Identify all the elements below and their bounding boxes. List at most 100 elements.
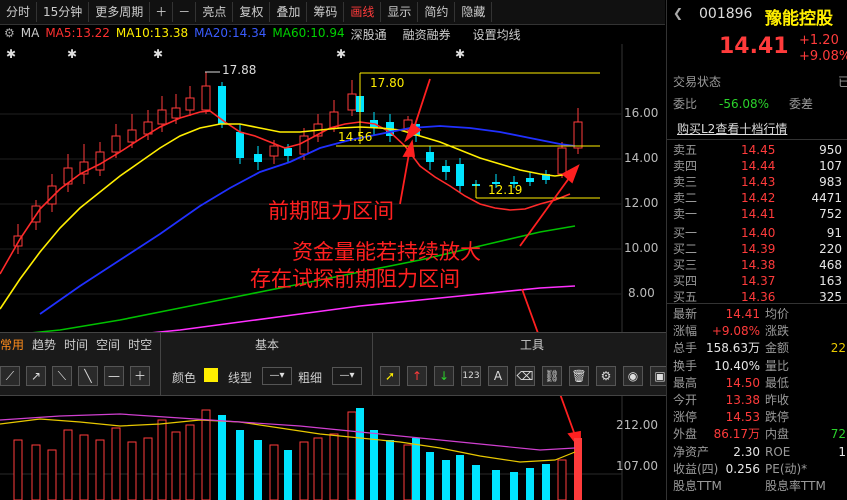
stat-value: 10.40% [714, 358, 760, 373]
stat-label: 换手 [673, 358, 698, 373]
tab-space[interactable]: 空间 [96, 336, 120, 353]
star-marker: ✱ [6, 47, 16, 61]
volume-bar [157, 419, 167, 500]
candle-body [185, 97, 195, 111]
stat-label: 股息TTM [673, 479, 722, 493]
tab-common[interactable]: 常用 [0, 336, 24, 353]
sell-level: 卖四 14.44 107 [673, 158, 847, 175]
volume-bar [442, 460, 450, 500]
link-icon[interactable]: ⛓ [542, 366, 562, 386]
event-markers: ✱ ✱ ✱ ✱ ✱ [6, 47, 465, 61]
toolbar-hide[interactable]: 隐藏 [455, 2, 493, 22]
level-label: 卖二 [673, 191, 698, 206]
volume-bar [299, 441, 309, 500]
star-marker: ✱ [455, 47, 465, 61]
up-arrow-icon[interactable]: ↑ [407, 366, 427, 386]
tab-spacetime[interactable]: 时空 [128, 336, 152, 353]
toolbar-15min[interactable]: 15分钟 [37, 2, 90, 22]
stat-value: 86.17万 [713, 427, 760, 442]
stat-label: 最新 [673, 307, 698, 321]
toolbar-more-period[interactable]: 更多周期 [89, 2, 151, 22]
plus-icon[interactable]: ＋ [150, 2, 174, 22]
stat-value: 14.41 [725, 307, 760, 321]
hline-tool-icon[interactable]: — [104, 366, 124, 386]
divider [667, 139, 847, 140]
color-swatch[interactable] [204, 368, 218, 382]
tab-trend[interactable]: 趋势 [32, 336, 56, 353]
volume-bar [472, 465, 480, 500]
down-arrow-icon[interactable]: ↓ [434, 366, 454, 386]
stat-label: ROE [765, 444, 791, 459]
toolbar-highlight[interactable]: 亮点 [196, 2, 234, 22]
drawing-toolbar-panel: 常用 趋势 时间 空间 时空 基本 工具 ⟋ ↗ ⟍ ╲ — ＋ 颜色 线型 —… [0, 332, 690, 396]
toolbar-draw-line[interactable]: 画线 [344, 2, 382, 22]
toolbar-chips[interactable]: 筹码 [307, 2, 345, 22]
stat-label: 均价 [765, 307, 790, 321]
back-icon[interactable]: ❮ [673, 6, 683, 20]
price-tick: 8.00 [628, 286, 655, 300]
volume-bar [370, 430, 378, 500]
tab-time[interactable]: 时间 [64, 336, 88, 353]
level-label: 卖三 [673, 175, 698, 190]
stat-row: 股息TTM 股息率TTM [673, 478, 847, 495]
eraser-icon[interactable]: ⌫ [515, 366, 535, 386]
settings-icon[interactable]: ⚙ [596, 366, 616, 386]
sell-level: 卖五 14.45 950 [673, 142, 847, 159]
cross-tool-icon[interactable]: ＋ [130, 366, 150, 386]
level-price: 14.39 [741, 241, 776, 256]
annotation-volume: 资金量能若持续放大 [292, 240, 481, 264]
volume-bar [386, 440, 394, 500]
text-icon[interactable]: A [488, 366, 508, 386]
line-tool-icon[interactable]: ⟋ [0, 366, 20, 386]
ray-tool-icon[interactable]: ↗ [26, 366, 46, 386]
level-price: 14.37 [741, 273, 776, 288]
volume-bar [492, 470, 500, 500]
current-price: 14.41 [719, 34, 789, 59]
level-label: 卖一 [673, 207, 698, 222]
stat-row: 最新 14.41 均价 [673, 306, 847, 323]
level-price: 14.41 [741, 207, 776, 222]
toolbar-timeshare[interactable]: 分时 [0, 2, 38, 22]
l2-link[interactable]: 购买L2查看十档行情 [677, 120, 787, 137]
volume-bar [456, 455, 464, 500]
weibi-label: 委比 [673, 97, 698, 111]
candle-body [269, 145, 279, 157]
toolbar-overlay[interactable]: 叠加 [270, 2, 308, 22]
thickness-label: 粗细 [298, 371, 323, 385]
stat-value: 13.38 [725, 393, 760, 407]
volume-bar [403, 444, 413, 500]
stat-value: 0.256 [725, 461, 760, 476]
color-label: 颜色 [172, 371, 197, 385]
toolbar-display[interactable]: 显示 [381, 2, 419, 22]
volume-bar [236, 430, 244, 500]
high-price-label: 17.88 [222, 63, 257, 77]
candle-body [127, 129, 137, 143]
candle-body [236, 132, 244, 158]
stat-value: 14.50 [725, 375, 760, 390]
segment-tool-icon[interactable]: ⟍ [52, 366, 72, 386]
section-basic: 基本 [255, 338, 280, 352]
star-marker: ✱ [67, 47, 77, 61]
volume-bar [426, 452, 434, 500]
buy-level: 买一 14.40 91 [673, 225, 847, 242]
stat-label: 今开 [673, 393, 698, 407]
linetype-select[interactable]: —▾ [262, 367, 292, 385]
stat-label: PE(动)* [765, 461, 808, 476]
buy-level: 买二 14.39 220 [673, 241, 847, 258]
minus-icon[interactable]: － [173, 2, 197, 22]
toolbar-simple[interactable]: 简约 [418, 2, 456, 22]
trash-icon[interactable]: 🗑 [569, 366, 589, 386]
level-label: 买五 [673, 289, 698, 304]
number-icon[interactable]: 123 [461, 366, 481, 386]
toolbar-adjust[interactable]: 复权 [233, 2, 271, 22]
diagonal-tool-icon[interactable]: ╲ [78, 366, 98, 386]
cursor-icon[interactable]: ➚ [380, 366, 400, 386]
tool-buttons: ➚ ↑ ↓ 123 A ⌫ ⛓ 🗑 ⚙ ◉ ▣ [380, 366, 670, 386]
top-toolbar: 分时 15分钟 更多周期 ＋ － 亮点 复权 叠加 筹码 画线 显示 简约 隐藏 [0, 0, 665, 25]
eye-icon[interactable]: ◉ [623, 366, 643, 386]
volume-tick: 107.00 [616, 459, 658, 473]
volume-bar [329, 433, 339, 500]
weibi-row: 委比 -56.08% 委差 [673, 96, 847, 113]
thickness-select[interactable]: —▾ [332, 367, 362, 385]
linetype-label: 线型 [228, 371, 253, 385]
